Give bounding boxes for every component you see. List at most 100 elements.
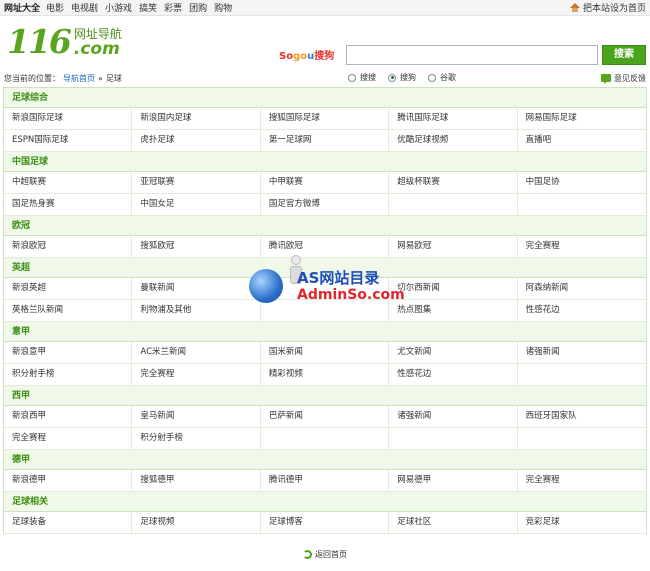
category-link[interactable]: 网易德甲 xyxy=(389,470,518,491)
site-logo[interactable]: 116 网址导航 .com xyxy=(7,25,122,58)
category-link[interactable]: 虎扑足球 xyxy=(132,130,261,151)
top-link-movies[interactable]: 电影 xyxy=(46,1,64,14)
top-link-funny[interactable]: 搞笑 xyxy=(139,1,157,14)
breadcrumb-prefix: 您当前的位置： xyxy=(4,73,60,83)
category-link[interactable]: 皇马新闻 xyxy=(132,406,261,427)
top-link-shopping[interactable]: 购物 xyxy=(214,1,232,14)
category-link[interactable]: 足球装备 xyxy=(4,512,133,533)
feedback-link[interactable]: 意见反馈 xyxy=(601,73,646,84)
header: 116 网址导航 .com Sogou搜狗 搜索 搜搜 搜狗 谷歌 xyxy=(0,16,650,82)
category-link[interactable]: 完全赛程 xyxy=(4,428,133,449)
category-link[interactable]: 中国足协 xyxy=(518,172,646,193)
link-row: 新浪国际足球 新浪国内足球 搜狐国际足球 腾讯国际足球 网易国际足球 xyxy=(4,108,646,130)
category-link[interactable]: 超级杯联赛 xyxy=(389,172,518,193)
category-link[interactable]: 腾讯国际足球 xyxy=(389,108,518,129)
category-link[interactable]: 新浪国际足球 xyxy=(4,108,133,129)
category-link[interactable]: 尤文新闻 xyxy=(389,342,518,363)
category-link[interactable]: 直播吧 xyxy=(518,130,646,151)
category-link[interactable]: 搜狐国际足球 xyxy=(261,108,390,129)
category-link[interactable]: 完全赛程 xyxy=(518,470,646,491)
category-link[interactable]: 性感花边 xyxy=(389,364,518,385)
back-arrow-icon xyxy=(303,550,312,559)
category-link[interactable]: 积分射手榜 xyxy=(132,428,261,449)
category-link[interactable]: 中甲联赛 xyxy=(261,172,390,193)
category-link[interactable]: 搜狐欧冠 xyxy=(132,236,261,257)
globe-icon xyxy=(249,269,283,303)
category-link[interactable]: 国足热身赛 xyxy=(4,194,133,215)
link-row: 新浪德甲 搜狐德甲 腾讯德甲 网易德甲 完全赛程 xyxy=(4,470,646,492)
back-home-link[interactable]: 返回首页 xyxy=(315,549,347,560)
category-link[interactable]: 切尔西新闻 xyxy=(389,278,518,299)
breadcrumb-home-link[interactable]: 导航首页 xyxy=(63,73,95,84)
section-title: 中国足球 xyxy=(4,152,646,172)
breadcrumb: 您当前的位置： 导航首页 » 足球 意见反馈 xyxy=(0,71,650,85)
category-link[interactable]: 英格兰队新闻 xyxy=(4,300,133,321)
category-link[interactable]: 新浪德甲 xyxy=(4,470,133,491)
category-link[interactable]: 腾讯欧冠 xyxy=(261,236,390,257)
category-link[interactable]: 国米新闻 xyxy=(261,342,390,363)
watermark: AS网站目录 AdminSo.com xyxy=(249,255,405,317)
category-link[interactable]: 新浪欧冠 xyxy=(4,236,133,257)
category-link[interactable]: 利物浦及其他 xyxy=(132,300,261,321)
category-link[interactable]: 搜狐德甲 xyxy=(132,470,261,491)
top-link-lottery[interactable]: 彩票 xyxy=(164,1,182,14)
link-row: 中超联赛 亚冠联赛 中甲联赛 超级杯联赛 中国足协 xyxy=(4,172,646,194)
search-button[interactable]: 搜索 xyxy=(602,45,646,65)
search-input[interactable] xyxy=(346,45,598,65)
category-link[interactable]: 性感花边 xyxy=(518,300,646,321)
category-link[interactable]: 热点图集 xyxy=(389,300,518,321)
sogou-logo-part-1: So xyxy=(279,51,294,62)
empty-cell xyxy=(518,364,646,385)
sogou-logo: Sogou搜狗 xyxy=(279,47,334,62)
section-title: 德甲 xyxy=(4,450,646,470)
category-link[interactable]: ESPN国际足球 xyxy=(4,130,133,151)
category-link[interactable]: 诸强新闻 xyxy=(518,342,646,363)
breadcrumb-current: 足球 xyxy=(105,73,122,83)
logo-domain: .com xyxy=(73,39,120,59)
category-link[interactable]: 诸强新闻 xyxy=(389,406,518,427)
link-row: 积分射手榜 完全赛程 精彩视频 性感花边 xyxy=(4,364,646,386)
category-link[interactable]: 完全赛程 xyxy=(132,364,261,385)
empty-cell xyxy=(261,428,390,449)
category-link[interactable]: 网易欧冠 xyxy=(389,236,518,257)
category-link[interactable]: 精彩视频 xyxy=(261,364,390,385)
category-link[interactable]: 腾讯德甲 xyxy=(261,470,390,491)
section-title: 足球综合 xyxy=(4,88,646,108)
category-link[interactable]: 足球视频 xyxy=(132,512,261,533)
category-link[interactable]: AC米兰新闻 xyxy=(132,342,261,363)
section-title: 欧冠 xyxy=(4,216,646,236)
category-link[interactable]: 中国女足 xyxy=(132,194,261,215)
category-link[interactable]: 西班牙国家队 xyxy=(518,406,646,427)
category-link[interactable]: 足球社区 xyxy=(389,512,518,533)
sogou-logo-part-4: 搜狗 xyxy=(314,51,335,62)
category-link[interactable]: 网易国际足球 xyxy=(518,108,646,129)
top-link-games[interactable]: 小游戏 xyxy=(105,1,132,14)
category-link[interactable]: 新浪意甲 xyxy=(4,342,133,363)
feedback-label: 意见反馈 xyxy=(614,73,646,83)
category-link[interactable]: 新浪国内足球 xyxy=(132,108,261,129)
top-bar: 网址大全 电影 电视剧 小游戏 搞笑 彩票 团购 购物 把本站设为首页 xyxy=(0,0,650,16)
category-link[interactable]: 完全赛程 xyxy=(518,236,646,257)
category-link[interactable]: 国足官方微博 xyxy=(261,194,390,215)
category-link[interactable]: 足球博客 xyxy=(261,512,390,533)
link-row: 新浪意甲 AC米兰新闻 国米新闻 尤文新闻 诸强新闻 xyxy=(4,342,646,364)
category-link[interactable]: 亚冠联赛 xyxy=(132,172,261,193)
category-link[interactable]: 新浪英超 xyxy=(4,278,133,299)
category-link[interactable]: 积分射手榜 xyxy=(4,364,133,385)
watermark-line-1: AS网站目录 xyxy=(297,269,380,287)
site-directory-link[interactable]: 网址大全 xyxy=(4,1,40,14)
category-link[interactable]: 阿森纳新闻 xyxy=(518,278,646,299)
top-link-groupbuy[interactable]: 团购 xyxy=(189,1,207,14)
empty-cell xyxy=(389,194,518,215)
top-link-tv[interactable]: 电视剧 xyxy=(71,1,98,14)
category-link[interactable]: 竞彩足球 xyxy=(518,512,646,533)
category-link[interactable]: 巴萨新闻 xyxy=(261,406,390,427)
section-title: 足球相关 xyxy=(4,492,646,512)
category-link[interactable]: 中超联赛 xyxy=(4,172,133,193)
category-link[interactable]: 优酷足球视频 xyxy=(389,130,518,151)
category-link[interactable]: 曼联新闻 xyxy=(132,278,261,299)
watermark-line-2: AdminSo.com xyxy=(297,287,405,303)
category-link[interactable]: 新浪西甲 xyxy=(4,406,133,427)
set-homepage-link[interactable]: 把本站设为首页 xyxy=(569,1,646,14)
category-link[interactable]: 第一足球网 xyxy=(261,130,390,151)
